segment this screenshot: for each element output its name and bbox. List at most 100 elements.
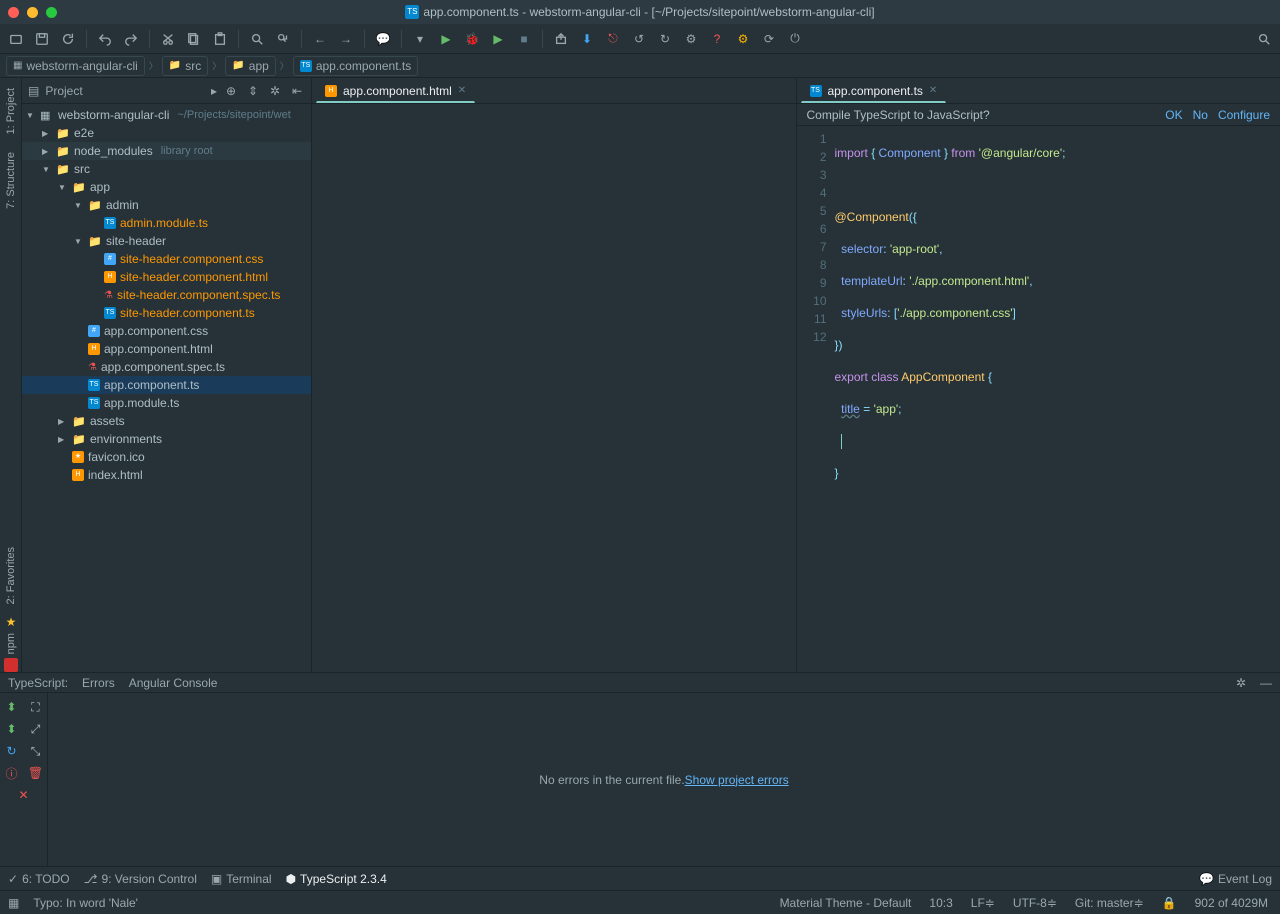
tool-typescript[interactable]: ⬢ TypeScript 2.3.4 — [286, 872, 387, 886]
ts-tab-errors[interactable]: Errors — [82, 676, 115, 690]
collapse-icon[interactable]: ⇕ — [245, 84, 261, 98]
crumb-file[interactable]: TSapp.component.ts — [293, 56, 418, 76]
tree-app-html[interactable]: Happ.component.html — [22, 340, 311, 358]
coverage-icon[interactable]: ▶ — [488, 29, 508, 49]
crumb-project[interactable]: ▦webstorm-angular-cli — [6, 56, 145, 76]
tree-e2e[interactable]: ▶📁e2e — [22, 124, 311, 142]
tool-structure[interactable]: 7: Structure — [5, 146, 17, 215]
tool-vcs[interactable]: ⎇ 9: Version Control — [84, 872, 197, 886]
copy-icon[interactable] — [184, 29, 204, 49]
history-icon[interactable]: ↺ — [629, 29, 649, 49]
tree-admin-module[interactable]: TSadmin.module.ts — [22, 214, 311, 232]
editor-left-body[interactable] — [350, 104, 796, 672]
open-icon[interactable] — [6, 29, 26, 49]
run-icon[interactable]: ▶ — [436, 29, 456, 49]
filter-icon[interactable]: ⬍ — [4, 699, 20, 715]
find-icon[interactable] — [247, 29, 267, 49]
close-panel-icon[interactable]: ✕ — [16, 787, 32, 803]
close-tab-icon[interactable]: ✕ — [458, 85, 466, 96]
back-icon[interactable]: ← — [310, 29, 330, 49]
show-project-errors-link[interactable]: Show project errors — [685, 773, 789, 787]
redo-icon[interactable] — [121, 29, 141, 49]
sync-icon[interactable]: ⟳ — [759, 29, 779, 49]
tool-npm[interactable]: npm — [5, 633, 17, 654]
tree-sh-css[interactable]: #site-header.component.css — [22, 250, 311, 268]
ts-label: TypeScript: — [8, 676, 68, 690]
tree-index[interactable]: Hindex.html — [22, 466, 311, 484]
tree-src[interactable]: ▼📁src — [22, 160, 311, 178]
tool-favorites[interactable]: 2: Favorites — [5, 541, 17, 610]
project-tree[interactable]: ▼▦webstorm-angular-cli~/Projects/sitepoi… — [22, 104, 311, 672]
ts-hide-icon[interactable]: — — [1260, 676, 1272, 690]
bottom-tool-bar: ✓ 6: TODO ⎇ 9: Version Control ▣ Termina… — [0, 866, 1280, 890]
trash-icon[interactable]: 🗑 — [28, 765, 44, 781]
status-theme[interactable]: Material Theme - Default — [776, 896, 916, 910]
stop-icon[interactable]: ■ — [514, 29, 534, 49]
target-icon[interactable]: ⊕ — [223, 84, 239, 98]
tree-app-ts[interactable]: TSapp.component.ts — [22, 376, 311, 394]
paste-icon[interactable] — [210, 29, 230, 49]
tree-sh-ts[interactable]: TSsite-header.component.ts — [22, 304, 311, 322]
tab-app-component-ts[interactable]: TSapp.component.ts✕ — [801, 79, 947, 103]
refresh-icon[interactable] — [58, 29, 78, 49]
tree-site-header[interactable]: ▼📁site-header — [22, 232, 311, 250]
status-line-sep[interactable]: LF≑ — [967, 896, 999, 910]
tree-assets[interactable]: ▶📁assets — [22, 412, 311, 430]
tree-sh-html[interactable]: Hsite-header.component.html — [22, 268, 311, 286]
compile-configure[interactable]: Configure — [1218, 108, 1270, 122]
tool-eventlog[interactable]: 💬 Event Log — [1199, 872, 1272, 886]
tree-app-module[interactable]: TSapp.module.ts — [22, 394, 311, 412]
deploy-icon[interactable] — [551, 29, 571, 49]
crumb-src[interactable]: 📁src — [162, 56, 208, 76]
status-lock-icon[interactable]: 🔒 — [1158, 896, 1181, 910]
editor-right-body[interactable]: 123456789101112 import { Component } fro… — [797, 126, 1280, 672]
tree-envs[interactable]: ▶📁environments — [22, 430, 311, 448]
status-git[interactable]: Git: master≑ — [1071, 896, 1148, 910]
cut-icon[interactable] — [158, 29, 178, 49]
crumb-app[interactable]: 📁app — [225, 56, 275, 76]
save-icon[interactable] — [32, 29, 52, 49]
ts-settings-icon[interactable]: ✲ — [1236, 676, 1246, 690]
run-config-dropdown[interactable]: ▾ — [410, 29, 430, 49]
search-everywhere-icon[interactable] — [1254, 29, 1274, 49]
tree-app[interactable]: ▼📁app — [22, 178, 311, 196]
update-icon[interactable]: ↻ — [655, 29, 675, 49]
ts-tab-console[interactable]: Angular Console — [129, 676, 218, 690]
tree-favicon[interactable]: ★favicon.ico — [22, 448, 311, 466]
collapse2-icon[interactable]: ⤡ — [28, 743, 44, 759]
tree-sh-spec[interactable]: ⚗site-header.component.spec.ts — [22, 286, 311, 304]
tree-root[interactable]: ▼▦webstorm-angular-cli~/Projects/sitepoi… — [22, 106, 311, 124]
help-icon[interactable]: ? — [707, 29, 727, 49]
power-icon[interactable]: ⏻ — [785, 29, 805, 49]
tree-node-modules[interactable]: ▶📁node_moduleslibrary root — [22, 142, 311, 160]
undo-icon[interactable] — [95, 29, 115, 49]
chat-icon[interactable]: 💬 — [373, 29, 393, 49]
expand-icon[interactable]: ⛶ — [28, 699, 44, 715]
status-encoding[interactable]: UTF-8≑ — [1009, 896, 1061, 910]
commit-icon[interactable]: ⎋ — [603, 29, 623, 49]
compile-ok[interactable]: OK — [1165, 108, 1182, 122]
debug-icon[interactable]: 🐞 — [462, 29, 482, 49]
autoscroll-icon[interactable]: ⬍ — [4, 721, 20, 737]
settings-icon[interactable]: ⚙ — [681, 29, 701, 49]
status-memory[interactable]: 902 of 4029M — [1191, 896, 1272, 910]
compile-no[interactable]: No — [1193, 108, 1208, 122]
tool-todo[interactable]: ✓ 6: TODO — [8, 872, 70, 886]
close-tab-icon[interactable]: ✕ — [929, 85, 937, 96]
replace-icon[interactable] — [273, 29, 293, 49]
tool-terminal[interactable]: ▣ Terminal — [211, 872, 272, 886]
expand2-icon[interactable]: ⤢ — [28, 721, 44, 737]
rerun-icon[interactable]: ↻ — [4, 743, 20, 759]
info-icon[interactable]: ⓘ — [4, 765, 20, 781]
forward-icon[interactable]: → — [336, 29, 356, 49]
gear-icon[interactable]: ✲ — [267, 84, 283, 98]
hide-icon[interactable]: ⇤ — [289, 84, 305, 98]
tree-app-spec[interactable]: ⚗app.component.spec.ts — [22, 358, 311, 376]
status-caret-pos[interactable]: 10:3 — [925, 896, 956, 910]
ide-settings-icon[interactable]: ⚙ — [733, 29, 753, 49]
download-icon[interactable]: ⬇ — [577, 29, 597, 49]
tab-app-component-html[interactable]: Happ.component.html✕ — [316, 79, 475, 103]
tool-project[interactable]: 1: Project — [5, 82, 17, 140]
tree-app-css[interactable]: #app.component.css — [22, 322, 311, 340]
tree-admin[interactable]: ▼📁admin — [22, 196, 311, 214]
